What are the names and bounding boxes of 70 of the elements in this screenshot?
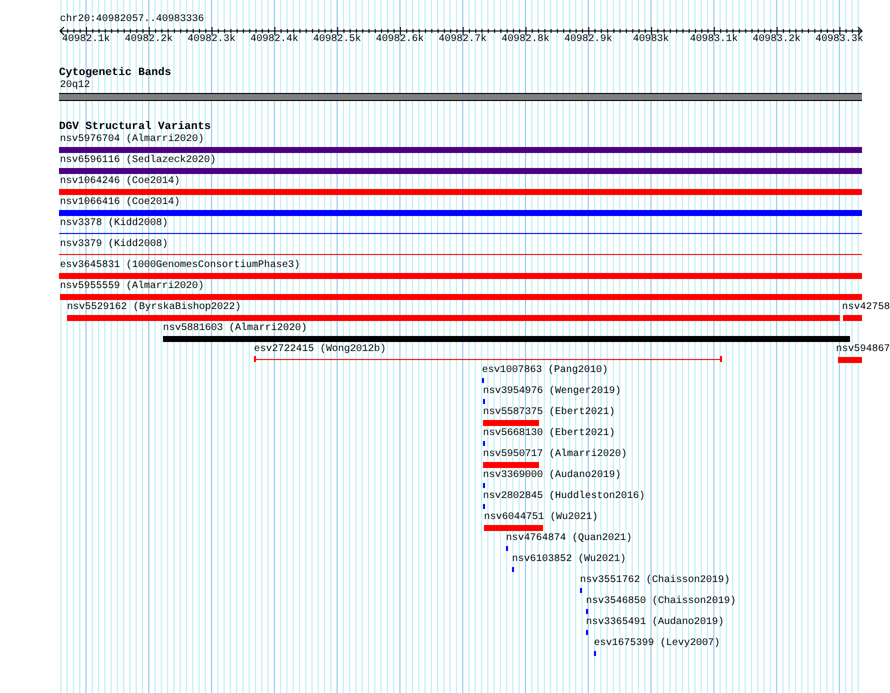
variant-bar[interactable] [59,147,862,153]
ruler-tick-label: 40982.1k [60,34,111,46]
variant-label[interactable]: nsv3546850 (Chaisson2019) [586,596,736,608]
variant-bar[interactable] [59,210,862,216]
variant-label[interactable]: nsv3954976 (Wenger2019) [483,386,622,398]
ruler-tick-label: 40982.9k [563,34,614,46]
track-title: Cytogenetic Bands [59,67,172,79]
ruler-tick-label: 40982.5k [312,34,362,46]
variant-marker[interactable] [482,378,484,383]
variant-bar[interactable] [60,294,862,300]
variant-range-bar[interactable] [254,356,722,362]
band-label: 20q12 [60,80,90,92]
variant-label[interactable]: nsv5529162 (ByrskaBishop2022) [67,302,242,314]
variant-label[interactable]: nsv6103852 (Wu2021) [512,554,626,566]
variant-marker[interactable] [483,504,485,509]
ruler-tick-label: 40983k [632,34,670,46]
variant-label[interactable]: nsv5950717 (Almarri2020) [483,449,628,461]
ruler-tick-label: 40982.3k [186,34,237,46]
variant-marker[interactable] [483,441,485,446]
variant-bar[interactable] [483,462,539,468]
variant-label[interactable]: esv1675399 (Levy2007) [594,638,720,650]
variant-label[interactable]: nsv4764874 (Quan2021) [506,533,632,545]
variant-label[interactable]: esv1007863 (Pang2010) [482,365,608,377]
variant-label[interactable]: nsv3369000 (Audano2019) [483,470,622,482]
ruler-tick-label: 40982.2k [124,34,174,46]
variant-label[interactable]: nsv3551762 (Chaisson2019) [580,575,730,587]
ruler-tick-label: 40983.2k [752,34,802,46]
variant-label[interactable]: nsv3365491 (Audano2019) [586,617,724,629]
ruler-tick-label: 40982.6k [374,34,425,46]
variant-marker[interactable] [586,609,588,614]
variant-label[interactable]: nsv5668130 (Ebert2021) [483,428,616,440]
ruler-tick-label: 40982.7k [438,34,488,46]
ruler-tick-label: 40983.3k [814,34,864,46]
variant-label[interactable]: nsv42758 [842,302,890,314]
variant-bar[interactable] [843,315,862,321]
variant-bar[interactable] [163,336,850,342]
cytoband-bar[interactable] [59,93,862,101]
variant-label[interactable]: nsv5587375 (Ebert2021) [483,407,616,419]
variant-bar[interactable] [67,315,840,321]
variant-marker[interactable] [594,651,596,656]
variant-label[interactable]: nsv5881603 (Almarri2020) [163,323,308,335]
variant-marker[interactable] [586,630,588,635]
variant-marker[interactable] [580,588,582,593]
variant-marker[interactable] [512,567,514,572]
variant-label[interactable]: nsv1066416 (Coe2014) [60,197,180,209]
variant-label[interactable]: nsv6044751 (Wu2021) [484,512,598,524]
variant-marker[interactable] [483,483,485,488]
variant-label[interactable]: esv2722415 (Wong2012b) [254,344,386,356]
ruler-tick-label: 40982.8k [500,34,550,46]
variant-label[interactable]: nsv6596116 (Sedlazeck2020) [60,155,216,167]
variant-label[interactable]: nsv5955559 (Almarri2020) [60,281,204,293]
variant-label[interactable]: nsv594867 [836,344,890,356]
variant-bar[interactable] [483,420,539,426]
track-title: DGV Structural Variants [59,121,211,133]
variant-bar[interactable] [59,273,862,279]
ruler-tick-label: 40983.1k [688,34,739,46]
ruler-tick-label: 40982.4k [249,34,300,46]
variant-marker[interactable] [506,546,508,551]
variant-bar[interactable] [484,525,543,531]
variant-marker[interactable] [483,399,485,404]
variant-label[interactable]: nsv1064246 (Coe2014) [60,176,180,188]
variant-label[interactable]: nsv3378 (Kidd2008) [60,218,168,230]
variant-bar[interactable] [59,189,862,195]
variant-label[interactable]: nsv3379 (Kidd2008) [60,239,168,251]
variant-label[interactable]: nsv5976704 (Almarri2020) [60,134,204,146]
variant-label[interactable]: esv3645831 (1000GenomesConsortiumPhase3) [60,260,300,272]
variant-bar[interactable] [838,357,862,363]
variant-label[interactable]: nsv2802845 (Huddleston2016) [483,491,646,503]
location-label: chr20:40982057..40983336 [60,14,204,26]
variant-bar[interactable] [59,168,862,174]
